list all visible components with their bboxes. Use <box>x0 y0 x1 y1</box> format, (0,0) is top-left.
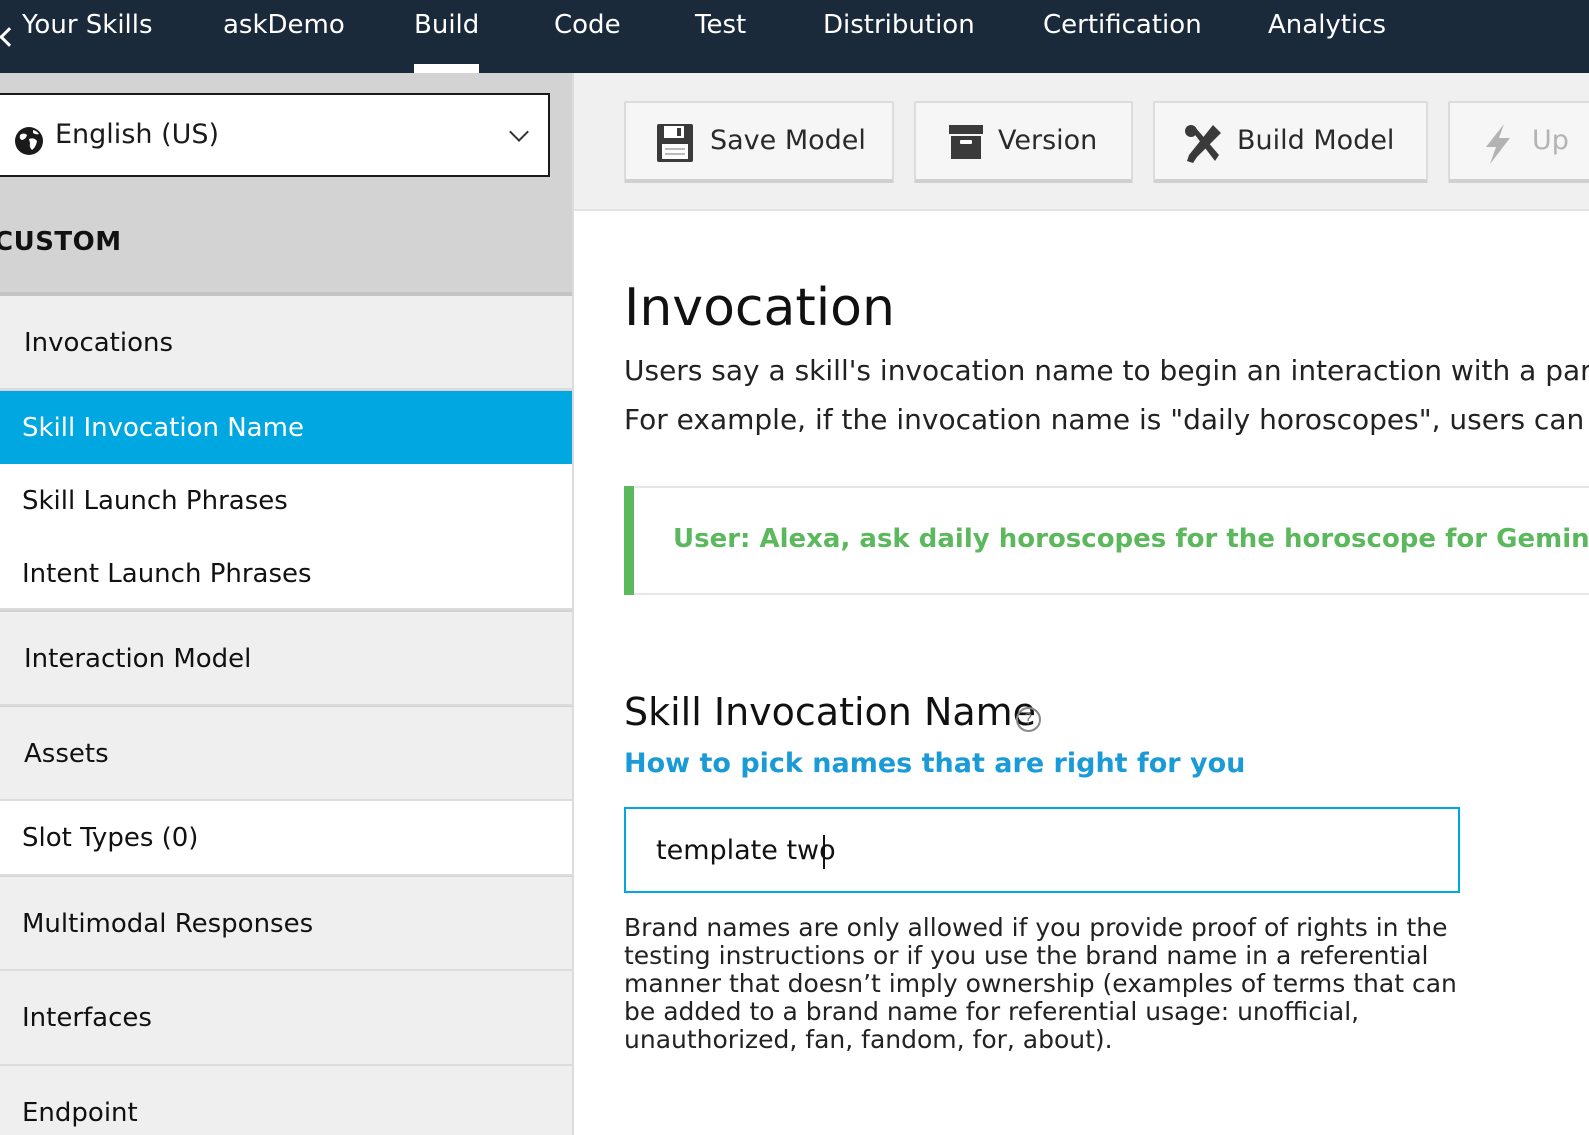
sidebar-item-label: Invocations <box>24 328 174 358</box>
intro-text-line-1: Users say a skill's invocation name to b… <box>624 354 1589 387</box>
sidebar-item-label: Slot Types (0) <box>22 823 199 853</box>
archive-box-icon <box>949 125 983 159</box>
top-navigation: Your Skills askDemo Build Code Test Dist… <box>0 0 1589 73</box>
naming-guide-link[interactable]: How to pick names that are right for you <box>624 748 1245 779</box>
build-model-label: Build Model <box>1237 125 1395 156</box>
callout-accent-bar <box>624 486 634 595</box>
chevron-down-icon <box>509 122 529 142</box>
invocation-name-input[interactable] <box>624 807 1460 893</box>
model-toolbar: Save Model Version Build Model Up <box>574 73 1589 211</box>
build-model-button[interactable]: Build Model <box>1153 101 1428 183</box>
version-button[interactable]: Version <box>914 101 1133 183</box>
chevron-left-icon <box>0 27 19 47</box>
sidebar-item-label: Interfaces <box>22 1003 152 1033</box>
sidebar-item-intent-launch-phrases[interactable]: Intent Launch Phrases <box>0 537 572 610</box>
tab-code[interactable]: Code <box>554 10 621 40</box>
sidebar-item-label: Intent Launch Phrases <box>22 559 312 589</box>
sidebar-item-interfaces[interactable]: Interfaces <box>0 971 572 1066</box>
sidebar-item-skill-invocation-name[interactable]: Skill Invocation Name <box>0 391 572 464</box>
tab-certification[interactable]: Certification <box>1043 10 1202 40</box>
back-to-skills-label: Your Skills <box>22 10 153 40</box>
tab-askdemo[interactable]: askDemo <box>223 10 345 40</box>
version-label: Version <box>998 125 1098 156</box>
sidebar-item-label: Endpoint <box>22 1098 138 1128</box>
tab-distribution[interactable]: Distribution <box>823 10 975 40</box>
save-model-label: Save Model <box>710 125 866 156</box>
back-to-skills-link[interactable]: Your Skills <box>0 10 153 47</box>
sidebar-item-label: Skill Invocation Name <box>22 413 304 443</box>
sidebar-item-endpoint[interactable]: Endpoint <box>0 1066 572 1135</box>
sidebar-item-label: Multimodal Responses <box>22 909 314 939</box>
update-button[interactable]: Up <box>1448 101 1589 183</box>
update-label: Up <box>1532 125 1569 156</box>
text-cursor <box>823 835 825 869</box>
globe-icon <box>15 127 43 155</box>
section-header-custom: CUSTOM <box>0 227 122 257</box>
sidebar-item-label: Skill Launch Phrases <box>22 486 288 516</box>
sidebar-item-label: Interaction Model <box>24 644 252 674</box>
page-title: Invocation <box>624 278 895 338</box>
tab-test[interactable]: Test <box>695 10 746 40</box>
help-icon[interactable]: ? <box>1016 707 1041 732</box>
locale-label: English (US) <box>55 119 220 150</box>
example-utterance: User: Alexa, ask daily horoscopes for th… <box>673 524 1589 554</box>
sidebar-item-invocations[interactable]: Invocations <box>0 296 572 390</box>
sidebar-item-skill-launch-phrases[interactable]: Skill Launch Phrases <box>0 464 572 537</box>
sidebar-item-multimodal-responses[interactable]: Multimodal Responses <box>0 877 572 971</box>
sidebar-item-label: Assets <box>24 739 109 769</box>
intro-text-line-2: For example, if the invocation name is "… <box>624 403 1589 436</box>
sidebar-item-slot-types[interactable]: Slot Types (0) <box>0 801 572 876</box>
tools-icon <box>1185 125 1221 163</box>
sidebar-item-assets[interactable]: Assets <box>0 707 572 801</box>
skill-invocation-name-heading: Skill Invocation Name <box>624 690 1037 734</box>
floppy-disk-icon <box>657 124 693 162</box>
save-model-button[interactable]: Save Model <box>624 101 894 183</box>
tab-build[interactable]: Build <box>414 10 480 73</box>
sidebar: English (US) CUSTOM Invocations Skill In… <box>0 73 574 1135</box>
tab-analytics[interactable]: Analytics <box>1268 10 1386 40</box>
locale-dropdown[interactable]: English (US) <box>0 93 550 177</box>
lightning-bolt-icon <box>1486 124 1510 164</box>
example-callout: User: Alexa, ask daily horoscopes for th… <box>624 486 1589 595</box>
sidebar-item-interaction-model[interactable]: Interaction Model <box>0 612 572 706</box>
brand-names-note: Brand names are only allowed if you prov… <box>624 913 1457 1054</box>
